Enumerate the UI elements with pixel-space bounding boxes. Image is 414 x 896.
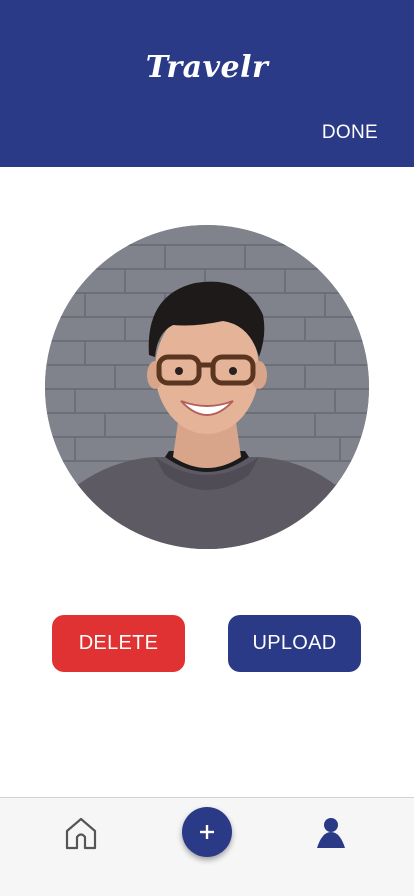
profile-photo bbox=[45, 225, 369, 549]
profile-photo-image bbox=[45, 225, 369, 549]
person-icon[interactable] bbox=[314, 816, 348, 850]
add-button[interactable] bbox=[182, 807, 232, 857]
plus-icon bbox=[200, 825, 214, 839]
home-icon[interactable] bbox=[63, 815, 99, 851]
upload-button[interactable]: UPLOAD bbox=[228, 615, 361, 672]
app-logo: Travelr bbox=[145, 50, 269, 85]
done-button[interactable]: DONE bbox=[322, 122, 378, 144]
delete-button[interactable]: DELETE bbox=[52, 615, 185, 672]
app-header: Travelr DONE bbox=[0, 0, 414, 167]
bottom-tab-bar bbox=[0, 797, 414, 896]
